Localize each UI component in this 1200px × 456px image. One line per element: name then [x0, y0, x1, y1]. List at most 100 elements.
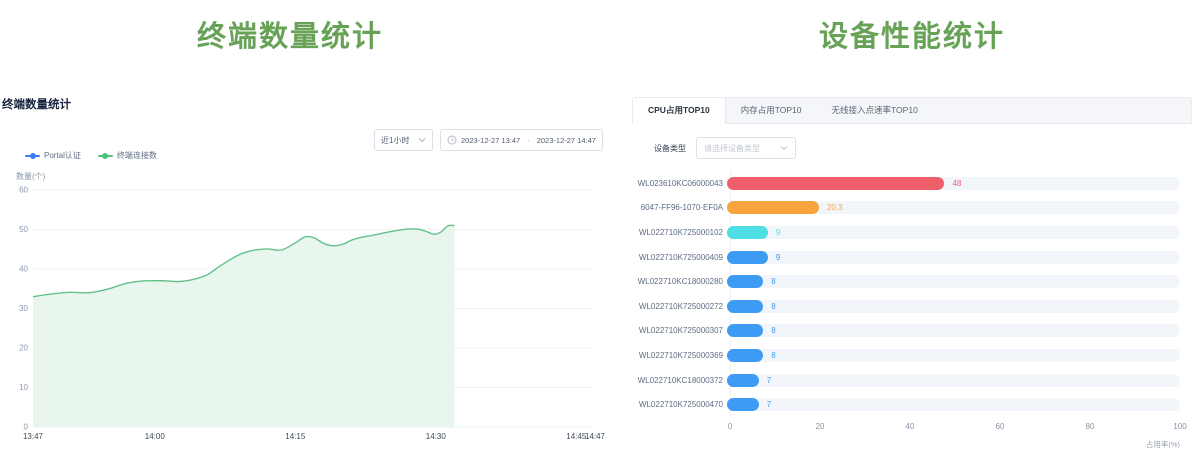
svg-text:14:47: 14:47: [585, 432, 606, 441]
bar-value: 7: [767, 374, 771, 387]
bar-track: 48: [727, 177, 1180, 190]
svg-text:40: 40: [19, 265, 28, 274]
date-range-end[interactable]: 2023-12-27 14:47: [537, 136, 596, 145]
time-range-select[interactable]: 近1小时: [374, 129, 433, 151]
svg-text:13:47: 13:47: [23, 432, 44, 441]
chart-legend: Portal认证 终端连接数: [25, 150, 157, 161]
bar: [727, 177, 944, 190]
bar-value: 8: [771, 275, 775, 288]
svg-text:10: 10: [19, 383, 28, 392]
svg-text:14:30: 14:30: [426, 432, 447, 441]
svg-text:50: 50: [19, 225, 28, 234]
bar-row: WL022710K725000409 9: [632, 245, 1192, 270]
x-axis-tick: 40: [906, 422, 915, 431]
legend-marker-icon: [25, 152, 40, 160]
device-performance-panel: CPU占用TOP10内存占用TOP10无线接入点速率TOP10 设备类型 请选择…: [632, 97, 1192, 447]
time-range-value: 近1小时: [381, 135, 409, 146]
bar-row: WL022710K7250001029: [632, 220, 1192, 245]
tab-无线接入点速率TOP10[interactable]: 无线接入点速率TOP10: [817, 98, 933, 123]
bar-track: 7: [727, 398, 1180, 411]
bar-category-label: WL023610KC06000043: [632, 179, 727, 188]
legend-label: 终端连接数: [117, 150, 157, 161]
svg-text:60: 60: [19, 186, 28, 195]
right-section-heading: 设备性能统计: [632, 13, 1192, 55]
date-range-start[interactable]: 2023-12-27 13:47: [461, 136, 520, 145]
bar-value: 7: [767, 398, 771, 411]
bar-category-label: WL022710KC18000372: [632, 376, 727, 385]
svg-text:数量(个): 数量(个): [16, 171, 46, 181]
terminal-count-line-chart: 数量(个) 0 10 20 30 40 50 60 13:47 14:00 14:15 14:30 14…: [0, 168, 612, 453]
chevron-down-icon: [780, 145, 788, 151]
bar: [727, 251, 768, 264]
bar-row: WL022710K725000272 8: [632, 294, 1192, 319]
bar-value: 48: [952, 177, 961, 190]
svg-text:14:00: 14:00: [145, 432, 166, 441]
bar-category-label: WL022710K725000369: [632, 351, 727, 360]
bar-chart-x-axis: 020406080100: [730, 417, 1180, 429]
x-axis-tick: 100: [1173, 422, 1186, 431]
device-type-filter-row: 设备类型 请选择设备类型: [632, 137, 1192, 159]
bar: [727, 201, 819, 214]
bar-row: WL022710KC18000280 8: [632, 269, 1192, 294]
clock-icon: [447, 135, 457, 145]
x-axis-tick: 0: [728, 422, 732, 431]
bar-row: WL022710K725000369 8: [632, 343, 1192, 368]
bar: [727, 349, 763, 362]
date-range-separator: -: [524, 136, 533, 145]
bar: [727, 324, 763, 337]
bar-value: 20.3: [827, 201, 843, 214]
bar-value: 9: [776, 251, 780, 264]
bar-category-label: WL022710K725000409: [632, 253, 727, 262]
bar: [727, 398, 759, 411]
tab-内存占用TOP10[interactable]: 内存占用TOP10: [726, 98, 817, 123]
legend-item[interactable]: 终端连接数: [98, 150, 157, 161]
legend-label: Portal认证: [44, 150, 81, 161]
bar-row: WL023610KC06000043 48: [632, 171, 1192, 196]
x-axis-tick: 80: [1086, 422, 1095, 431]
bar-category-label: 6047-FF96-1070-EF0A: [632, 203, 727, 212]
svg-text:14:45: 14:45: [566, 432, 587, 441]
bar: [727, 275, 763, 288]
tab-CPU占用TOP10[interactable]: CPU占用TOP10: [633, 98, 726, 124]
bar-row: WL022710KC18000372 7: [632, 368, 1192, 393]
date-range-picker[interactable]: 2023-12-27 13:47 - 2023-12-27 14:47: [440, 129, 603, 151]
bar-value: 9: [776, 226, 780, 239]
bar-track: 8: [727, 349, 1180, 362]
bar-value: 8: [771, 324, 775, 337]
bar-category-label: WL022710KC18000280: [632, 277, 727, 286]
bar-track: 8: [727, 324, 1180, 337]
chevron-down-icon: [418, 137, 426, 143]
bar-track: 8: [727, 275, 1180, 288]
bar-value: 8: [771, 300, 775, 313]
series-area: [33, 225, 455, 427]
device-type-label: 设备类型: [654, 143, 686, 154]
bar-category-label: WL022710K725000307: [632, 326, 727, 335]
bar-track: 9: [727, 251, 1180, 264]
bar: [727, 374, 759, 387]
bar-track: 20.3: [727, 201, 1180, 214]
bar-track: 9: [727, 226, 1180, 239]
svg-text:14:15: 14:15: [285, 432, 306, 441]
bar: [727, 300, 763, 313]
x-axis-tick: 20: [816, 422, 825, 431]
x-axis-tick: 60: [996, 422, 1005, 431]
bar-row: 6047-FF96-1070-EF0A 20.3: [632, 196, 1192, 221]
bar-row: WL022710K725000307 8: [632, 319, 1192, 344]
svg-text:20: 20: [19, 344, 28, 353]
bar-category-label: WL022710K725000470: [632, 400, 727, 409]
bar-category-label: WL022710K725000272: [632, 302, 727, 311]
svg-text:0: 0: [24, 423, 29, 432]
bar-value: 8: [771, 349, 775, 362]
terminal-count-panel: 终端数量统计 近1小时 2023-12-27 13:47 - 2023-12-2…: [0, 0, 612, 456]
device-type-select[interactable]: 请选择设备类型: [696, 137, 796, 159]
bar-track: 7: [727, 374, 1180, 387]
device-type-placeholder: 请选择设备类型: [704, 143, 760, 154]
svg-text:30: 30: [19, 304, 28, 313]
panel-title: 终端数量统计: [2, 96, 71, 112]
legend-marker-icon: [98, 152, 113, 160]
cpu-top10-bar-chart: WL023610KC06000043 48 6047-FF96-1070-EF0A 2…: [632, 171, 1192, 429]
bar: [727, 226, 768, 239]
legend-item[interactable]: Portal认证: [25, 150, 81, 161]
bar-row: WL022710K725000470 7: [632, 392, 1192, 417]
bar-chart-x-axis-label: 占用率(%): [1146, 439, 1180, 450]
